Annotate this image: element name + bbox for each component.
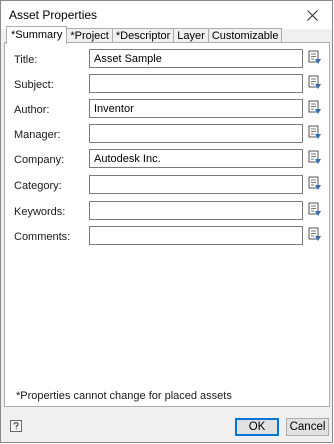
author-row: Author: <box>5 99 329 121</box>
keywords-field[interactable] <box>89 201 303 220</box>
ok-button[interactable]: OK <box>235 418 279 436</box>
close-button[interactable] <box>292 1 332 29</box>
tab-summary[interactable]: *Summary <box>6 26 68 44</box>
cancel-button[interactable]: Cancel <box>286 418 329 436</box>
property-picker-icon <box>308 202 321 216</box>
property-picker-icon <box>308 100 321 114</box>
close-icon <box>306 9 318 21</box>
title-bar: Asset Properties <box>1 1 332 29</box>
asset-properties-dialog: Asset Properties *Summary *Project *Desc… <box>0 0 333 443</box>
author-picker-button[interactable] <box>308 100 322 115</box>
help-icon <box>13 422 19 430</box>
keywords-label: Keywords: <box>14 206 66 218</box>
property-picker-icon <box>308 150 321 164</box>
summary-panel: Title: Subject: Author: <box>4 42 330 407</box>
tab-customizable[interactable]: Customizable <box>207 28 283 43</box>
placed-assets-note: *Properties cannot change for placed ass… <box>16 390 232 402</box>
subject-picker-button[interactable] <box>308 75 322 90</box>
subject-row: Subject: <box>5 74 329 96</box>
comments-row: Comments: <box>5 226 329 248</box>
title-row: Title: <box>5 49 329 71</box>
title-label: Title: <box>14 54 38 66</box>
company-row: Company: <box>5 149 329 171</box>
title-picker-button[interactable] <box>308 50 322 65</box>
property-picker-icon <box>308 75 321 89</box>
tab-descriptor[interactable]: *Descriptor <box>111 28 175 43</box>
tab-project[interactable]: *Project <box>66 28 113 43</box>
keywords-picker-button[interactable] <box>308 202 322 217</box>
company-picker-button[interactable] <box>308 150 322 165</box>
help-button[interactable] <box>10 420 22 432</box>
category-picker-button[interactable] <box>308 176 322 191</box>
manager-label: Manager: <box>14 129 61 141</box>
author-field[interactable] <box>89 99 303 118</box>
property-picker-icon <box>308 176 321 190</box>
subject-label: Subject: <box>14 79 54 91</box>
property-picker-icon <box>308 50 321 64</box>
tab-layer[interactable]: Layer <box>173 28 209 43</box>
comments-picker-button[interactable] <box>308 227 322 242</box>
property-picker-icon <box>308 125 321 139</box>
manager-field[interactable] <box>89 124 303 143</box>
author-label: Author: <box>14 104 50 116</box>
property-picker-icon <box>308 227 321 241</box>
company-field[interactable] <box>89 149 303 168</box>
category-row: Category: <box>5 175 329 197</box>
subject-field[interactable] <box>89 74 303 93</box>
dialog-title: Asset Properties <box>9 8 98 22</box>
category-label: Category: <box>14 180 62 192</box>
manager-row: Manager: <box>5 124 329 146</box>
comments-field[interactable] <box>89 226 303 245</box>
category-field[interactable] <box>89 175 303 194</box>
keywords-row: Keywords: <box>5 201 329 223</box>
tab-strip: *Summary *Project *Descriptor Layer Cust… <box>6 26 283 44</box>
comments-label: Comments: <box>14 231 71 243</box>
manager-picker-button[interactable] <box>308 125 322 140</box>
title-field[interactable] <box>89 49 303 68</box>
company-label: Company: <box>14 154 65 166</box>
